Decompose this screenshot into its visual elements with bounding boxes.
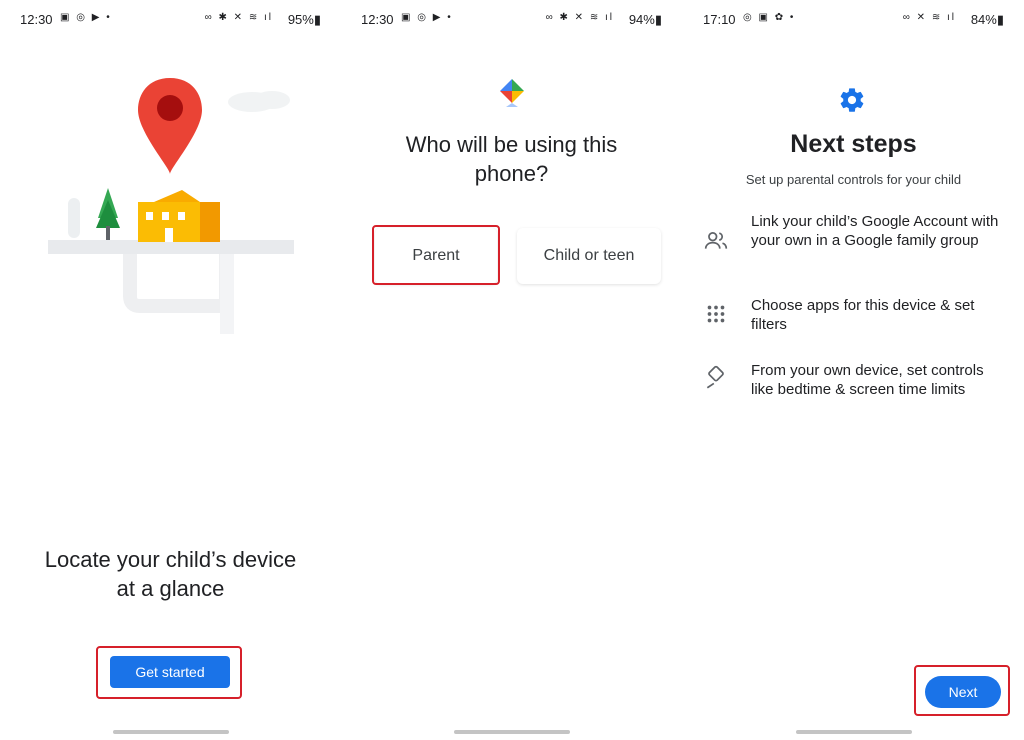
get-started-button[interactable]: Get started: [110, 656, 230, 688]
status-time: 17:10: [703, 12, 736, 27]
step-choose-apps: Choose apps for this device & set filter…: [751, 297, 975, 333]
status-time: 12:30: [361, 12, 394, 27]
apps-grid-icon: [707, 305, 725, 323]
notification-icons: ◎ ▣ ✿ •: [743, 12, 796, 23]
step-link-account: Link your child’s Google Account with yo…: [751, 213, 999, 249]
system-icons: ∞ ✱ ✕ ≋ ıl: [545, 12, 614, 23]
next-button[interactable]: Next: [925, 676, 1001, 708]
bedtime-controls-icon: [706, 365, 724, 389]
page-subtitle: Set up parental controls for your child: [745, 172, 962, 187]
home-indicator[interactable]: [112, 730, 229, 734]
page-title: Next steps: [790, 130, 917, 158]
people-icon: [704, 232, 728, 249]
status-bar: 12:30 ▣ ◎ ▶ • ∞ ✱ ✕ ≋ ıl 95%▮: [20, 10, 321, 30]
child-or-teen-option[interactable]: Child or teen: [517, 228, 661, 284]
notification-icons: ▣ ◎ ▶ •: [401, 12, 453, 23]
notification-icons: ▣ ◎ ▶ •: [60, 12, 112, 23]
battery-level: 94%▮: [628, 12, 662, 27]
status-bar: 17:10 ◎ ▣ ✿ • ∞ ✕ ≋ ıl 84%▮: [703, 10, 1004, 30]
home-indicator[interactable]: [795, 730, 912, 734]
location-illustration: [48, 78, 294, 334]
screen-next-steps: 17:10 ◎ ▣ ✿ • ∞ ✕ ≋ ıl 84%▮ Next steps S…: [683, 0, 1024, 740]
system-icons: ∞ ✕ ≋ ıl: [902, 12, 956, 23]
status-time: 12:30: [20, 12, 53, 27]
home-indicator[interactable]: [453, 730, 570, 734]
page-title: Who will be using this phone?: [405, 132, 618, 186]
screen-locate-device: 12:30 ▣ ◎ ▶ • ∞ ✱ ✕ ≋ ıl 95%▮ Locate you…: [0, 0, 341, 740]
step-set-controls: From your own device, set controls like …: [751, 362, 984, 398]
highlight-box: [372, 225, 500, 285]
battery-level: 95%▮: [287, 12, 321, 27]
child-option-label: Child or teen: [543, 247, 635, 264]
screen-who-uses-phone: 12:30 ▣ ◎ ▶ • ∞ ✱ ✕ ≋ ıl 94%▮ Who will b…: [341, 0, 682, 740]
system-icons: ∞ ✱ ✕ ≋ ıl: [204, 12, 273, 23]
family-link-logo: [500, 79, 524, 107]
battery-level: 84%▮: [970, 12, 1004, 27]
settings-gear-icon: [840, 88, 864, 112]
status-bar: 12:30 ▣ ◎ ▶ • ∞ ✱ ✕ ≋ ıl 94%▮: [361, 10, 662, 30]
page-title: Locate your child’s device at a glance: [44, 547, 297, 601]
